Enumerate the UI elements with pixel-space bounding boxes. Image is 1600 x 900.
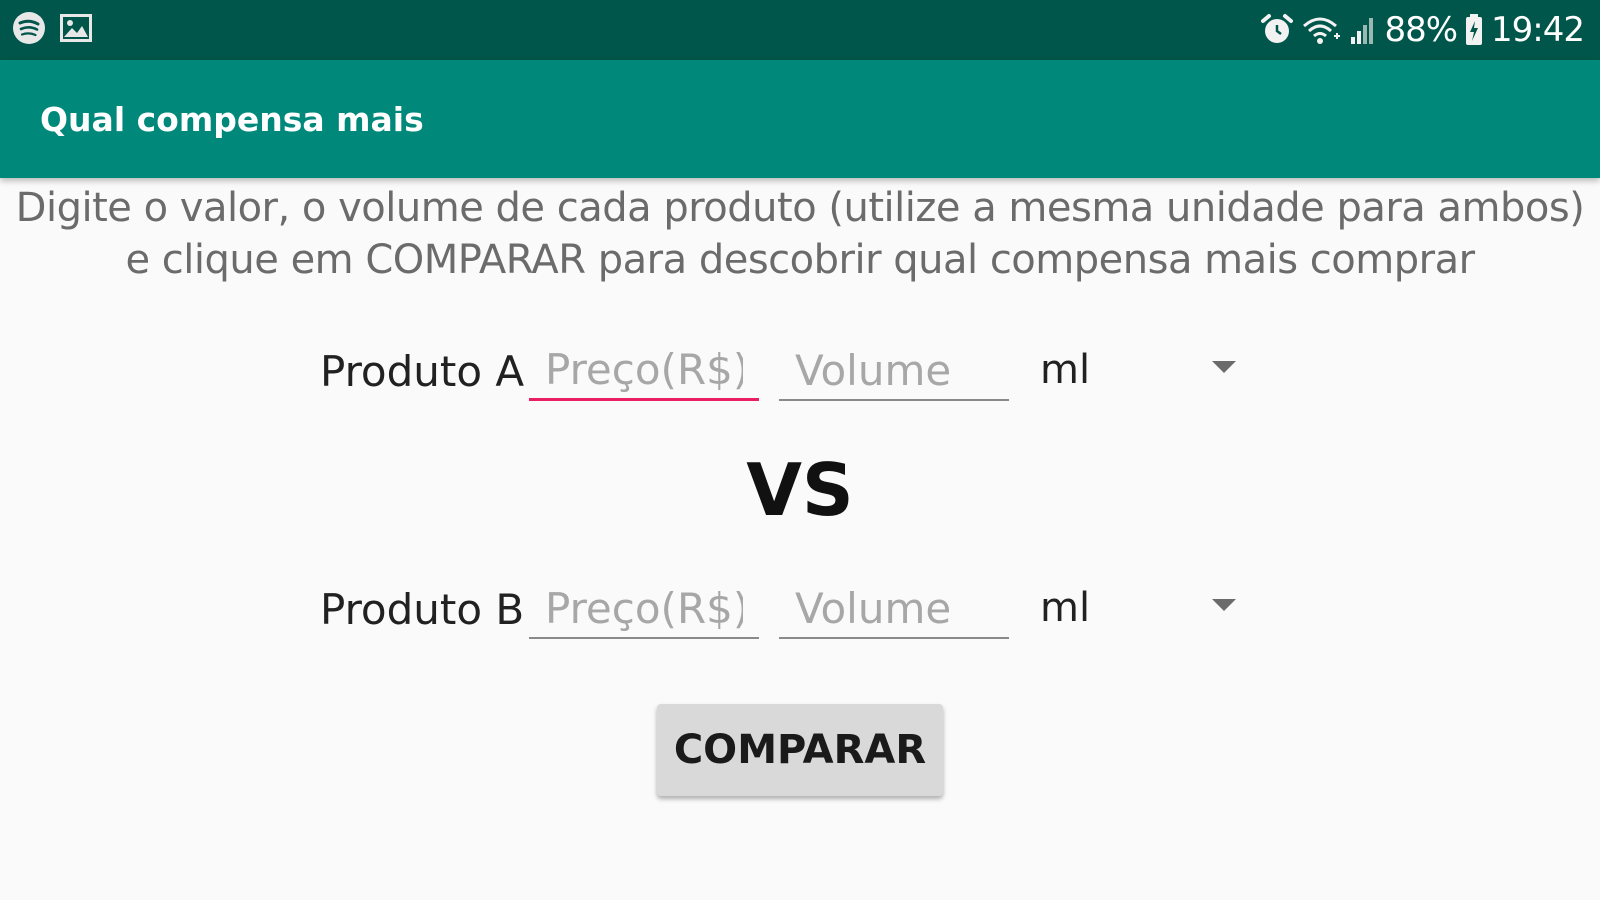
wifi-icon — [1302, 14, 1342, 46]
product-b-row: Produto B ml — [0, 569, 1600, 649]
battery-icon — [1465, 14, 1483, 46]
product-a-price-input[interactable] — [529, 341, 759, 401]
status-left-icons — [12, 11, 92, 50]
product-a-volume-input[interactable] — [779, 341, 1009, 401]
app-screen: 88% 19:42 Qual compensa mais Digite o va… — [0, 0, 1600, 900]
signal-icon — [1350, 15, 1376, 45]
instructions-text: Digite o valor, o volume de cada produto… — [0, 182, 1600, 286]
alarm-icon — [1260, 13, 1294, 47]
gallery-icon — [60, 13, 92, 47]
vs-label: VS — [746, 448, 854, 532]
instructions-line-1: Digite o valor, o volume de cada produto… — [15, 185, 1585, 231]
arrow-drop-down-icon — [1212, 599, 1236, 611]
status-bar: 88% 19:42 — [0, 0, 1600, 60]
product-b-volume-input[interactable] — [779, 579, 1009, 639]
arrow-drop-down-icon — [1212, 361, 1236, 373]
product-b-label: Produto B — [320, 585, 525, 634]
product-a-label: Produto A — [320, 347, 525, 396]
product-a-row: Produto A ml — [0, 331, 1600, 411]
app-bar: Qual compensa mais — [0, 60, 1600, 178]
status-right-icons: 88% 19:42 — [1260, 10, 1585, 50]
instructions-line-2: e clique em COMPARAR para descobrir qual… — [125, 237, 1475, 283]
product-a-unit-value: ml — [1040, 347, 1091, 393]
product-b-unit-select[interactable]: ml — [1036, 579, 1236, 639]
product-a-unit-select[interactable]: ml — [1036, 341, 1236, 401]
compare-button[interactable]: COMPARAR — [657, 704, 943, 796]
status-time: 19:42 — [1491, 10, 1585, 50]
app-title: Qual compensa mais — [40, 100, 424, 139]
spotify-icon — [12, 11, 46, 50]
product-b-unit-value: ml — [1040, 585, 1091, 631]
battery-percent: 88% — [1384, 10, 1458, 50]
product-b-price-input[interactable] — [529, 579, 759, 639]
